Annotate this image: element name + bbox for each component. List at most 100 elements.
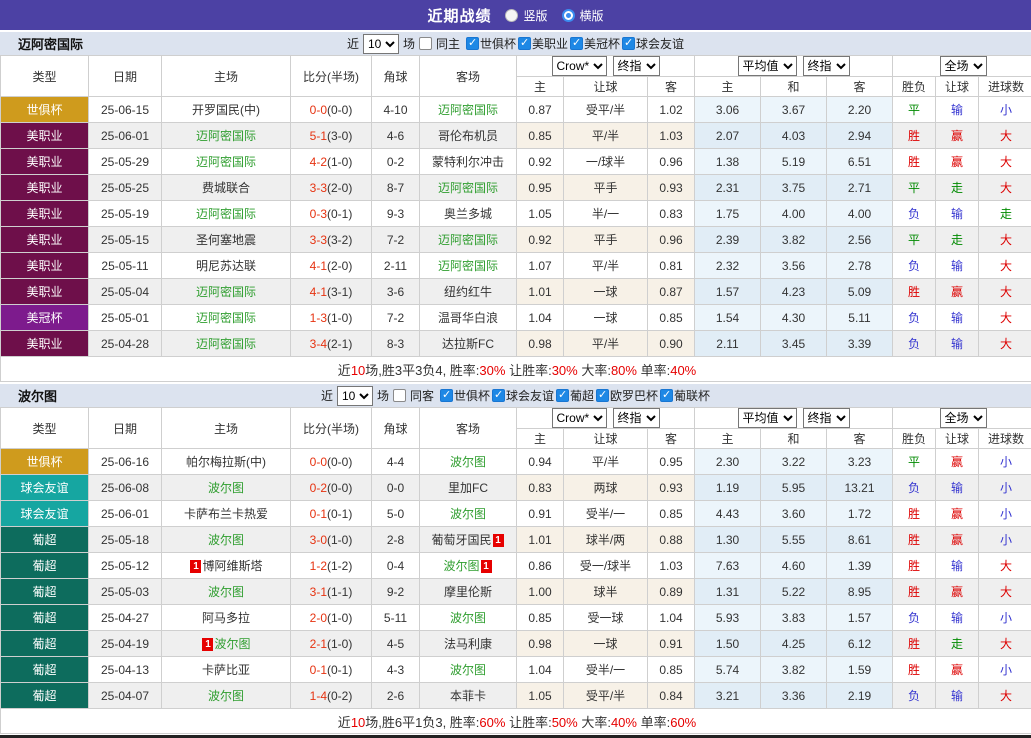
team-link[interactable]: 波尔图 (443, 559, 479, 573)
odds-home-cell: 0.85 (517, 123, 564, 149)
league-checkbox[interactable] (596, 389, 609, 402)
team-link[interactable]: 迈阿密国际 (438, 181, 498, 195)
team-link[interactable]: 开罗国民(中) (192, 103, 260, 117)
team-link[interactable]: 波尔图 (450, 611, 486, 625)
avg-home-cell: 2.39 (695, 227, 761, 253)
horizontal-layout-option[interactable]: 横版 (562, 7, 604, 24)
team-link[interactable]: 阿马多拉 (202, 611, 250, 625)
team-link[interactable]: 迈阿密国际 (196, 337, 256, 351)
same-venue-checkbox[interactable] (419, 37, 432, 50)
league-type-badge: 葡超 (1, 657, 89, 683)
league-checkbox[interactable] (622, 37, 635, 50)
scope-select[interactable]: 全场 (940, 408, 987, 428)
league-filter[interactable]: 欧罗巴杯 (596, 387, 658, 404)
team-link[interactable]: 迈阿密国际 (438, 233, 498, 247)
team-link[interactable]: 波尔图 (214, 637, 250, 651)
league-filter[interactable]: 美冠杯 (570, 35, 620, 52)
team-link[interactable]: 迈阿密国际 (196, 207, 256, 221)
team-link[interactable]: 波尔图 (208, 533, 244, 547)
team-link[interactable]: 葡萄牙国民 (431, 533, 491, 547)
team-link[interactable]: 卡萨布兰卡热爱 (184, 507, 268, 521)
league-filter[interactable]: 世俱杯 (466, 35, 516, 52)
result-wdl-cell: 平 (893, 227, 936, 253)
avg-final-select[interactable]: 终指 (803, 56, 850, 76)
team-link[interactable]: 费城联合 (202, 181, 250, 195)
summary-segment: 40% (670, 363, 696, 378)
handicap-cell: 一球 (564, 631, 648, 657)
avg-source-select[interactable]: 平均值 (738, 408, 797, 428)
league-filter[interactable]: 葡联杯 (660, 387, 710, 404)
league-filter[interactable]: 葡超 (556, 387, 594, 404)
team-link[interactable]: 里加FC (448, 481, 488, 495)
league-filter[interactable]: 球会友谊 (622, 35, 684, 52)
league-filter[interactable]: 美职业 (518, 35, 568, 52)
team-link[interactable]: 迈阿密国际 (196, 129, 256, 143)
vertical-radio-icon[interactable] (505, 9, 518, 22)
away-team-cell: 波尔图 (420, 449, 517, 475)
league-type-badge: 美职业 (1, 201, 89, 227)
team-link[interactable]: 明尼苏达联 (196, 259, 256, 273)
league-filter[interactable]: 世俱杯 (440, 387, 490, 404)
avg-home-cell: 2.32 (695, 253, 761, 279)
team-link[interactable]: 达拉斯FC (442, 337, 494, 351)
team-link[interactable]: 迈阿密国际 (438, 103, 498, 117)
odds-source-select[interactable]: Crow* (552, 56, 607, 76)
date-cell: 25-05-04 (89, 279, 162, 305)
league-checkbox[interactable] (570, 37, 583, 50)
date-cell: 25-05-15 (89, 227, 162, 253)
team-link[interactable]: 圣何塞地震 (196, 233, 256, 247)
horizontal-radio-icon[interactable] (562, 9, 575, 22)
team-link[interactable]: 纽约红牛 (444, 285, 492, 299)
team-link[interactable]: 迈阿密国际 (438, 259, 498, 273)
date-cell: 25-05-18 (89, 527, 162, 553)
team-link[interactable]: 摩里伦斯 (444, 585, 492, 599)
col-away: 客场 (420, 56, 517, 97)
red-card-badge: 1 (202, 638, 213, 651)
team-link[interactable]: 温哥华白浪 (438, 311, 498, 325)
team-link[interactable]: 本菲卡 (450, 689, 486, 703)
team-link[interactable]: 波尔图 (208, 481, 244, 495)
team-link[interactable]: 蒙特利尔冲击 (432, 155, 504, 169)
team-link[interactable]: 波尔图 (450, 507, 486, 521)
team-link[interactable]: 迈阿密国际 (196, 285, 256, 299)
avg-source-select[interactable]: 平均值 (738, 56, 797, 76)
league-checkbox[interactable] (556, 389, 569, 402)
league-checkbox[interactable] (466, 37, 479, 50)
team-link[interactable]: 波尔图 (450, 455, 486, 469)
league-checkbox[interactable] (440, 389, 453, 402)
league-checkbox[interactable] (660, 389, 673, 402)
score-cell: 0-0(0-0) (291, 97, 372, 123)
match-count-select[interactable]: 10 (363, 34, 399, 54)
match-count-select[interactable]: 10 (337, 386, 373, 406)
league-checkbox[interactable] (492, 389, 505, 402)
team-link[interactable]: 奥兰多城 (444, 207, 492, 221)
col-odds-home: 主 (517, 77, 564, 97)
odds-final-select[interactable]: 终指 (613, 408, 660, 428)
date-cell: 25-05-11 (89, 253, 162, 279)
league-filter[interactable]: 球会友谊 (492, 387, 554, 404)
handicap-cell: 受一/球半 (564, 553, 648, 579)
team-link[interactable]: 法马利康 (444, 637, 492, 651)
odds-source-select[interactable]: Crow* (552, 408, 607, 428)
team-link[interactable]: 迈阿密国际 (196, 311, 256, 325)
team-link[interactable]: 卡萨比亚 (202, 663, 250, 677)
same-venue-checkbox[interactable] (393, 389, 406, 402)
team-link[interactable]: 帕尔梅拉斯(中) (186, 455, 266, 469)
team-link[interactable]: 博阿维斯塔 (202, 559, 262, 573)
team-link[interactable]: 波尔图 (208, 689, 244, 703)
odds-away-cell: 0.89 (648, 579, 695, 605)
avg-away-cell: 4.00 (827, 201, 893, 227)
vertical-layout-option[interactable]: 竖版 (505, 7, 547, 24)
fulltime-score: 0-1 (310, 663, 327, 677)
league-checkbox[interactable] (518, 37, 531, 50)
team-link[interactable]: 波尔图 (450, 663, 486, 677)
result-handicap-cell: 输 (936, 97, 979, 123)
team-link[interactable]: 波尔图 (208, 585, 244, 599)
team-link[interactable]: 迈阿密国际 (196, 155, 256, 169)
avg-final-select[interactable]: 终指 (803, 408, 850, 428)
odds-final-select[interactable]: 终指 (613, 56, 660, 76)
match-row: 美职业25-05-11明尼苏达联4-1(2-0)2-11迈阿密国际1.07平/半… (1, 253, 1031, 279)
team-link[interactable]: 哥伦布机员 (438, 129, 498, 143)
fulltime-score: 0-2 (310, 481, 327, 495)
scope-select[interactable]: 全场 (940, 56, 987, 76)
